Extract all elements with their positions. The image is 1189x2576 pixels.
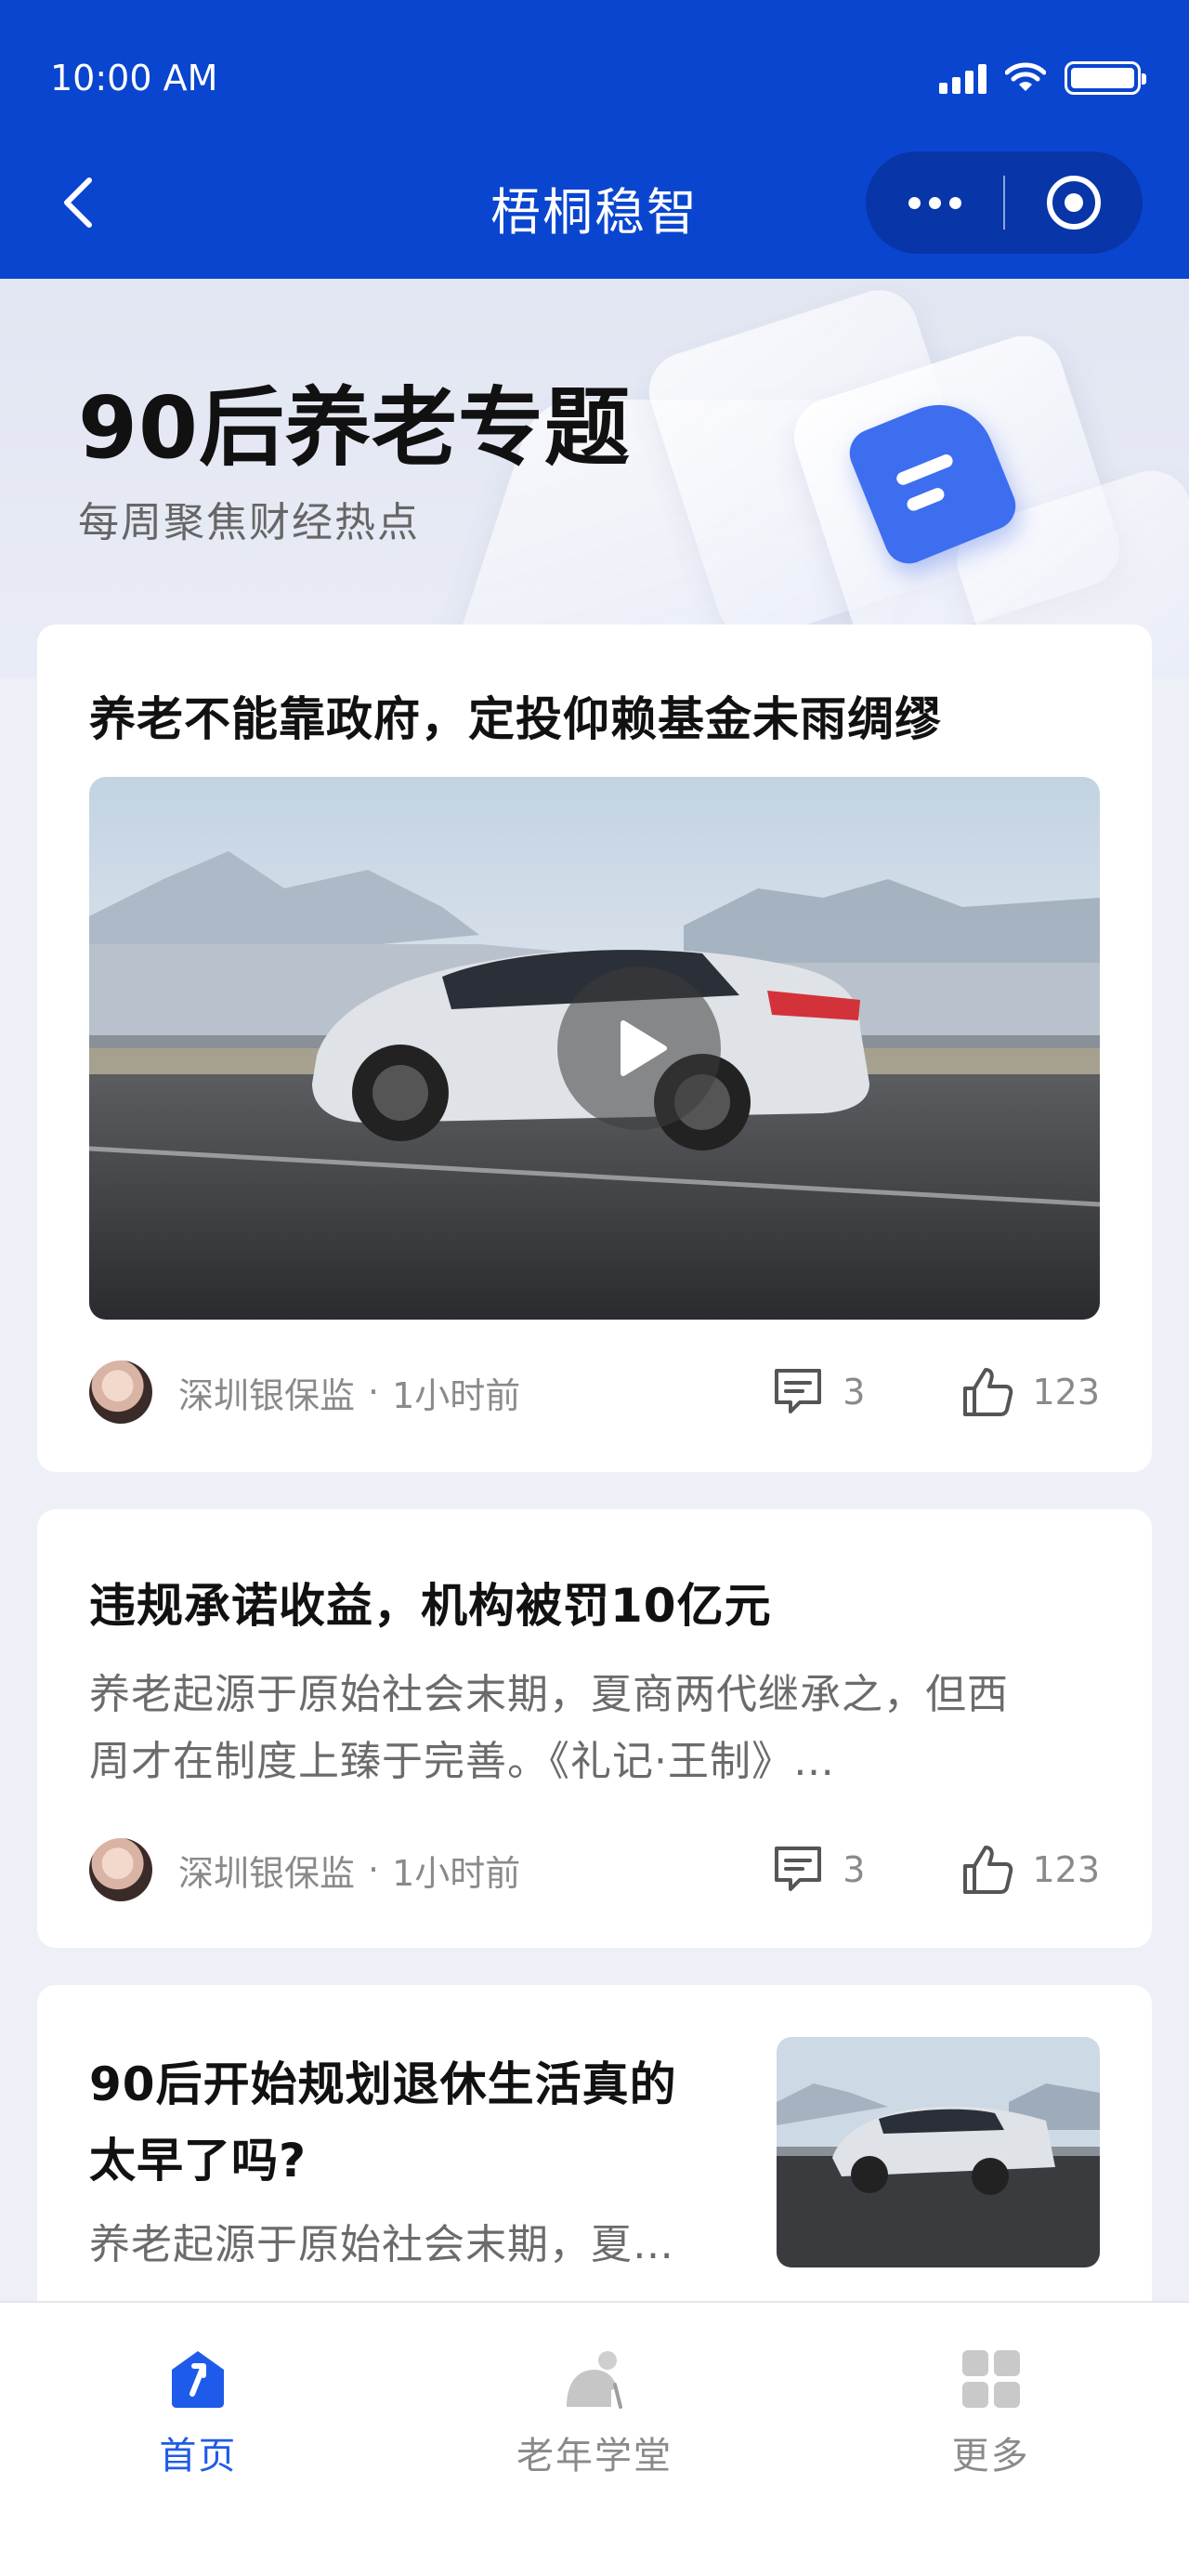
tab-label: 老年学堂 bbox=[516, 2435, 673, 2477]
tab-label: 首页 bbox=[159, 2435, 238, 2477]
article-title: 养老不能靠政府，定投仰赖基金未雨绸缪 bbox=[89, 692, 942, 746]
article-source: 深圳银保监 bbox=[178, 1852, 356, 1894]
thumbs-up-icon bbox=[963, 1846, 1013, 1894]
status-icons bbox=[939, 58, 1146, 99]
article-excerpt: 养老起源于原始社会末期，夏商两代继承之，但西 周才在制度上臻于完善。《礼记·王制… bbox=[89, 1662, 1102, 1795]
comment-icon bbox=[775, 1847, 822, 1891]
comment-icon bbox=[775, 1369, 822, 1413]
top-bar: 10:00 AM 梧桐稳智 bbox=[0, 0, 1189, 279]
status-time: 10:00 AM bbox=[50, 58, 218, 99]
meta-separator: · bbox=[368, 1372, 380, 1413]
elder-icon bbox=[567, 2351, 622, 2409]
signal-icon bbox=[939, 62, 986, 94]
title-line: 90后开始规划退休生活真的 bbox=[89, 2057, 677, 2111]
tab-label: 更多 bbox=[951, 2435, 1030, 2477]
like-button[interactable]: 123 bbox=[961, 1366, 1100, 1418]
mini-program-capsule bbox=[866, 151, 1143, 254]
topic-hero: 90后养老专题 每周聚焦财经热点 bbox=[0, 279, 1189, 678]
tab-more[interactable]: 更多 bbox=[792, 2303, 1189, 2576]
tab-home[interactable]: 首页 bbox=[0, 2303, 397, 2576]
excerpt-line: 周才在制度上臻于完善。《礼记·王制》… bbox=[89, 1738, 835, 1785]
wifi-icon bbox=[1005, 62, 1046, 91]
article-title: 90后开始规划退休生活真的 太早了吗? bbox=[89, 2046, 677, 2199]
article-excerpt: 养老起源于原始社会末期，夏… bbox=[89, 2221, 674, 2268]
tab-elder-school[interactable]: 老年学堂 bbox=[397, 2303, 793, 2576]
home-arrow-icon bbox=[172, 2351, 225, 2408]
play-icon bbox=[621, 1020, 667, 1076]
target-circle-icon[interactable] bbox=[1005, 151, 1143, 254]
article-title: 违规承诺收益，机构被罚10亿元 bbox=[89, 1579, 772, 1633]
excerpt-line: 养老起源于原始社会末期，夏商两代继承之，但西 bbox=[89, 1671, 1009, 1718]
battery-icon bbox=[1065, 61, 1146, 95]
article-time: 1小时前 bbox=[392, 1852, 521, 1894]
comment-button[interactable]: 3 bbox=[772, 1845, 865, 1895]
avatar bbox=[89, 1360, 152, 1424]
play-button[interactable] bbox=[557, 966, 721, 1130]
article-source: 深圳银保监 bbox=[178, 1374, 356, 1416]
meta-separator: · bbox=[368, 1849, 380, 1890]
comment-count: 3 bbox=[843, 1849, 866, 1890]
like-count: 123 bbox=[1032, 1372, 1100, 1413]
video-thumbnail[interactable] bbox=[89, 777, 1100, 1320]
car-photo bbox=[777, 2037, 1100, 2267]
more-dots-icon[interactable] bbox=[866, 151, 1003, 254]
bottom-tab-bar: 首页 老年学堂 更多 bbox=[0, 2301, 1189, 2576]
hero-title: 90后养老专题 bbox=[78, 378, 632, 478]
article-card-video[interactable]: 养老不能靠政府，定投仰赖基金未雨绸缪 深圳银保监 · 1小时前 3 123 bbox=[37, 624, 1152, 1472]
like-count: 123 bbox=[1032, 1849, 1100, 1890]
title-line: 太早了吗? bbox=[89, 2134, 307, 2188]
grid-icon bbox=[961, 2350, 1020, 2408]
article-meta: 深圳银保监 · 1小时前 3 123 bbox=[89, 1837, 1100, 1902]
like-button[interactable]: 123 bbox=[961, 1844, 1100, 1896]
article-thumbnail[interactable] bbox=[777, 2037, 1100, 2267]
thumbs-up-icon bbox=[963, 1368, 1013, 1416]
article-meta: 深圳银保监 · 1小时前 3 123 bbox=[89, 1360, 1100, 1425]
comment-button[interactable]: 3 bbox=[772, 1367, 865, 1417]
avatar bbox=[89, 1838, 152, 1901]
article-time: 1小时前 bbox=[392, 1374, 521, 1416]
comment-count: 3 bbox=[843, 1372, 866, 1413]
hero-subtitle: 每周聚焦财经热点 bbox=[78, 499, 420, 546]
article-card-text[interactable]: 违规承诺收益，机构被罚10亿元 养老起源于原始社会末期，夏商两代继承之，但西 周… bbox=[37, 1509, 1152, 1948]
